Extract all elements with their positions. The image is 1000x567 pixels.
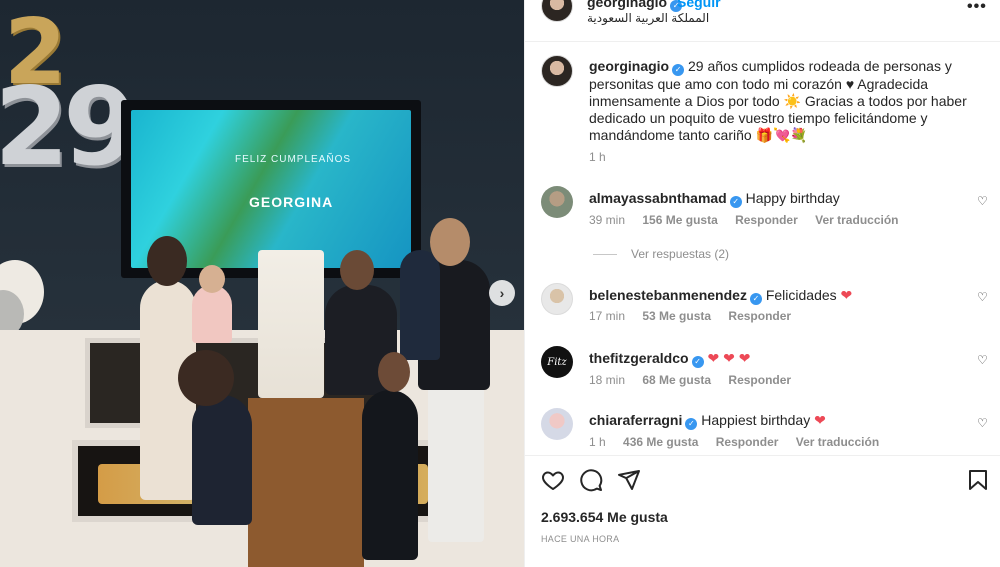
- translate-button[interactable]: Ver traducción: [815, 213, 898, 227]
- comment-text: almayassabnthamad ✓ Happy birthday: [589, 190, 969, 208]
- reply-button[interactable]: Responder: [735, 213, 798, 227]
- comment-username[interactable]: thefitzgeraldco: [589, 350, 689, 366]
- comment-avatar[interactable]: [541, 408, 573, 440]
- comment-avatar[interactable]: [541, 283, 573, 315]
- share-icon[interactable]: [617, 468, 641, 492]
- comment-meta: 17 min 53 Me gusta Responder: [589, 309, 805, 323]
- person-woman-head: [147, 236, 187, 286]
- person-baby: [192, 285, 232, 343]
- post-location[interactable]: المملكة العربية السعودية: [587, 11, 709, 25]
- caption-avatar[interactable]: [541, 55, 573, 87]
- red-heart-icon: ❤ ❤ ❤: [707, 350, 751, 366]
- like-count[interactable]: 2.693.654 Me gusta: [541, 509, 668, 525]
- person-man-legs: [428, 382, 484, 542]
- birthday-cake: [258, 250, 324, 398]
- comment-time[interactable]: 1 h: [589, 435, 606, 449]
- comment-body: Happiest birthday: [701, 412, 811, 428]
- chevron-right-icon: ›: [499, 285, 505, 301]
- follow-button[interactable]: Seguir: [677, 0, 721, 10]
- replies-divider: [593, 254, 617, 256]
- comment-meta: 1 h 436 Me gusta Responder Ver traducció…: [589, 435, 893, 449]
- tv-greeting: FELIZ CUMPLEAÑOS: [235, 154, 352, 165]
- wooden-table: [248, 398, 364, 567]
- comment-text: thefitzgeraldco ✓ ❤ ❤ ❤: [589, 350, 969, 368]
- person-boy-head: [340, 250, 374, 290]
- post-photo[interactable]: 2 29 FELIZ CUMPLEAÑOS GEORGINA ›: [0, 0, 524, 567]
- comment-username[interactable]: almayassabnthamad: [589, 190, 727, 206]
- author-avatar[interactable]: [541, 0, 573, 22]
- post-actions: 2.693.654 Me gusta HACE UNA HORA: [525, 455, 1000, 567]
- bookmark-icon[interactable]: [966, 468, 990, 492]
- like-comment-heart-icon[interactable]: ♡: [977, 194, 988, 208]
- caption-meta: 1 h: [589, 150, 620, 164]
- caption-time[interactable]: 1 h: [589, 150, 606, 164]
- reply-button[interactable]: Responder: [728, 373, 791, 387]
- verified-badge-icon: ✓: [749, 293, 762, 305]
- person-girl-head: [178, 350, 234, 406]
- comment-likes[interactable]: 436 Me gusta: [623, 435, 698, 449]
- like-comment-heart-icon[interactable]: ♡: [977, 416, 988, 430]
- person-small-boy: [362, 390, 418, 560]
- comment-meta: 18 min 68 Me gusta Responder: [589, 373, 805, 387]
- author-username-text[interactable]: georginagio: [587, 0, 667, 10]
- verified-badge-icon: ✓: [729, 196, 742, 208]
- comment-time[interactable]: 18 min: [589, 373, 625, 387]
- comment-meta: 39 min 156 Me gusta Responder Ver traduc…: [589, 213, 913, 227]
- comment-likes[interactable]: 156 Me gusta: [642, 213, 717, 227]
- comment-body: Felicidades: [765, 287, 837, 303]
- comment-text: chiaraferragni ✓ Happiest birthday ❤: [589, 412, 969, 430]
- verified-badge-icon: ✓: [672, 64, 685, 76]
- comment-likes[interactable]: 68 Me gusta: [642, 373, 711, 387]
- caption-username[interactable]: georginagio: [589, 58, 669, 74]
- comment-body: Happy birthday: [745, 190, 840, 206]
- translate-button[interactable]: Ver traducción: [796, 435, 879, 449]
- comment-time[interactable]: 39 min: [589, 213, 625, 227]
- comment-likes[interactable]: 53 Me gusta: [642, 309, 711, 323]
- verified-badge-icon: ✓: [685, 418, 698, 430]
- red-heart-icon: ❤: [814, 412, 826, 428]
- post-time-ago[interactable]: HACE UNA HORA: [541, 534, 619, 544]
- comment-icon[interactable]: [579, 468, 603, 492]
- comment-username[interactable]: belenesteban​menendez: [589, 287, 747, 303]
- reply-button[interactable]: Responder: [728, 309, 791, 323]
- view-replies-label[interactable]: Ver respuestas (2): [631, 247, 729, 261]
- balloon-silver-29: 29: [0, 65, 138, 190]
- person-man-head: [430, 218, 470, 266]
- view-replies-button[interactable]: Ver respuestas (2): [593, 247, 729, 261]
- reply-button[interactable]: Responder: [716, 435, 779, 449]
- more-options-icon[interactable]: •••: [967, 0, 987, 16]
- person-small-boy-head: [378, 352, 410, 392]
- tv-name: GEORGINA: [249, 194, 334, 210]
- post-header: georginagio ✓ Seguir المملكة العربية السع…: [525, 0, 1000, 42]
- red-heart-icon: ❤: [840, 287, 853, 303]
- person-baby-head: [199, 265, 225, 293]
- comment-username[interactable]: chiaraferragni: [589, 412, 682, 428]
- post-panel: georginagio ✓ Seguir المملكة العربية السع…: [524, 0, 1000, 567]
- comment-text: belenesteban​menendez ✓ Felicidades ❤: [589, 287, 969, 305]
- person-girl-held: [400, 250, 440, 360]
- verified-badge-icon: ✓: [691, 356, 704, 368]
- comment-avatar[interactable]: Fitz: [541, 346, 573, 378]
- heart-outline-icon[interactable]: [541, 468, 565, 492]
- fitz-logo-text: Fitz: [547, 356, 567, 368]
- caption-text: georginagio ✓ 29 años cumplidos rodeada d…: [589, 58, 969, 144]
- like-comment-heart-icon[interactable]: ♡: [977, 353, 988, 367]
- next-photo-button[interactable]: ›: [489, 280, 515, 306]
- comment-avatar[interactable]: [541, 186, 573, 218]
- person-girl: [192, 395, 252, 525]
- like-comment-heart-icon[interactable]: ♡: [977, 290, 988, 304]
- comment-time[interactable]: 17 min: [589, 309, 625, 323]
